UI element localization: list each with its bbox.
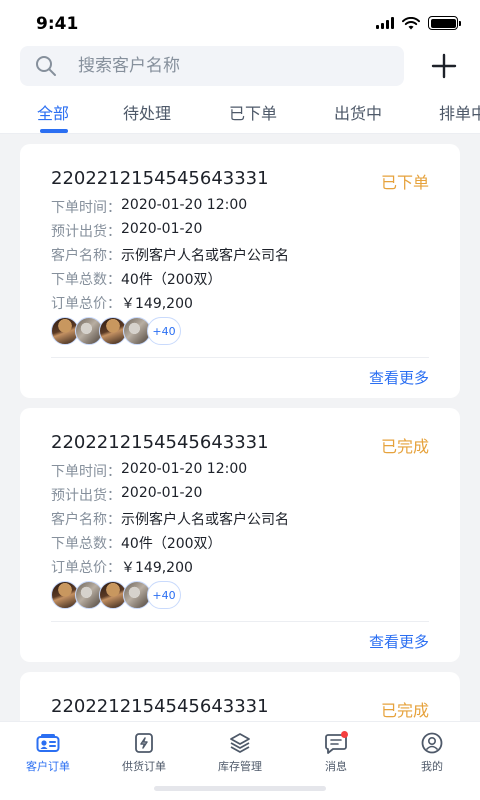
field-label: 客户名称： xyxy=(51,512,121,528)
cellular-signal-icon xyxy=(376,17,394,29)
field-label: 客户名称： xyxy=(51,248,121,264)
status-icons xyxy=(376,16,461,30)
order-number: 2202212154545643331 xyxy=(51,168,269,189)
more-products-count: +40 xyxy=(147,581,181,609)
supply-order-icon xyxy=(131,730,157,756)
order-status-badge: 已下单 xyxy=(380,173,429,192)
order-time-row: 下单时间： 2020-01-20 12:00 xyxy=(51,461,247,481)
search-input[interactable] xyxy=(78,56,358,76)
product-thumbnails[interactable]: +40 xyxy=(51,581,181,609)
order-number: 2202212154545643331 xyxy=(51,696,269,717)
profile-icon xyxy=(419,730,445,756)
order-time-row: 下单时间： 2020-01-20 12:00 xyxy=(51,197,247,217)
order-card[interactable]: 2202212154545643331 已完成 下单时间： 2020-01-20… xyxy=(20,408,460,662)
product-thumbnails[interactable]: +40 xyxy=(51,317,181,345)
tabbar-item-customer-orders[interactable]: 客户订单 xyxy=(0,730,96,774)
tabbar-label: 消息 xyxy=(325,760,347,773)
order-card[interactable]: 2202212154545643331 已完成 xyxy=(20,672,460,721)
order-list: 2202212154545643331 已下单 下单时间： 2020-01-20… xyxy=(0,134,480,721)
add-order-button[interactable] xyxy=(428,50,460,82)
status-time: 9:41 xyxy=(36,14,79,34)
ship-date: 2020-01-20 xyxy=(121,221,203,237)
order-total: ￥149,200 xyxy=(121,560,193,576)
divider xyxy=(51,621,429,622)
inventory-icon xyxy=(227,730,253,756)
field-label: 预计出货： xyxy=(51,488,121,504)
order-time: 2020-01-20 12:00 xyxy=(121,197,248,213)
tabbar-item-supply-orders[interactable]: 供货订单 xyxy=(96,730,192,774)
field-label: 订单总价： xyxy=(51,296,121,312)
customer-name-row: 客户名称： 示例客户人名或客户公司名 xyxy=(51,245,289,265)
tabbar-label: 供货订单 xyxy=(122,760,166,773)
ship-date: 2020-01-20 xyxy=(121,485,203,501)
home-indicator xyxy=(154,786,326,791)
search-row xyxy=(0,44,480,90)
order-status-badge: 已完成 xyxy=(380,437,429,456)
tabbar-label: 我的 xyxy=(421,760,443,773)
order-quantity: 40件（200双） xyxy=(121,272,222,288)
message-icon xyxy=(323,730,349,756)
active-tab-indicator xyxy=(40,129,68,133)
order-number: 2202212154545643331 xyxy=(51,432,269,453)
unread-badge xyxy=(341,731,348,738)
order-total-row: 订单总价： ￥149,200 xyxy=(51,557,193,577)
customer-name-row: 客户名称： 示例客户人名或客户公司名 xyxy=(51,509,289,529)
field-label: 下单总数： xyxy=(51,536,121,552)
customer-order-icon xyxy=(35,730,61,756)
tab-shipping[interactable]: 出货中 xyxy=(334,100,382,124)
field-label: 下单时间： xyxy=(51,200,121,216)
order-quantity-row: 下单总数： 40件（200双） xyxy=(51,269,222,289)
ship-date-row: 预计出货： 2020-01-20 xyxy=(51,221,202,241)
tabbar-item-profile[interactable]: 我的 xyxy=(384,730,480,774)
wifi-icon xyxy=(402,16,420,29)
tabbar-item-messages[interactable]: 消息 xyxy=(288,730,384,774)
order-status-badge: 已完成 xyxy=(380,701,429,720)
order-time: 2020-01-20 12:00 xyxy=(121,461,248,477)
order-quantity: 40件（200双） xyxy=(121,536,222,552)
view-more-link[interactable]: 查看更多 xyxy=(369,631,429,652)
status-bar: 9:41 xyxy=(0,0,480,44)
view-more-link[interactable]: 查看更多 xyxy=(369,367,429,388)
tabbar-item-inventory[interactable]: 库存管理 xyxy=(192,730,288,774)
field-label: 下单总数： xyxy=(51,272,121,288)
order-card[interactable]: 2202212154545643331 已下单 下单时间： 2020-01-20… xyxy=(20,144,460,398)
tab-all[interactable]: 全部 xyxy=(37,100,69,124)
tab-ordered[interactable]: 已下单 xyxy=(229,100,277,124)
customer-name: 示例客户人名或客户公司名 xyxy=(121,512,289,528)
more-products-count: +40 xyxy=(147,317,181,345)
divider xyxy=(51,357,429,358)
order-total-row: 订单总价： ￥149,200 xyxy=(51,293,193,313)
tab-pending[interactable]: 待处理 xyxy=(123,100,171,124)
tab-scheduling[interactable]: 排单中 xyxy=(439,100,480,124)
ship-date-row: 预计出货： 2020-01-20 xyxy=(51,485,202,505)
customer-name: 示例客户人名或客户公司名 xyxy=(121,248,289,264)
status-tabs: 全部 待处理 已下单 出货中 排单中 xyxy=(0,90,480,134)
battery-icon xyxy=(428,16,461,30)
plus-icon xyxy=(431,53,457,79)
tabbar-label: 库存管理 xyxy=(218,760,262,773)
field-label: 预计出货： xyxy=(51,224,121,240)
search-icon xyxy=(36,56,56,76)
order-quantity-row: 下单总数： 40件（200双） xyxy=(51,533,222,553)
tabbar-label: 客户订单 xyxy=(26,760,70,773)
order-total: ￥149,200 xyxy=(121,296,193,312)
field-label: 订单总价： xyxy=(51,560,121,576)
search-box[interactable] xyxy=(20,46,404,86)
field-label: 下单时间： xyxy=(51,464,121,480)
